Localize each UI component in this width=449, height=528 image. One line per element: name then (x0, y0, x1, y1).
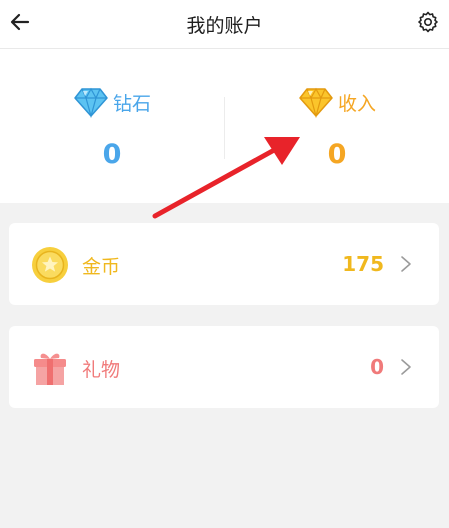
diamond-label: 钻石 (112, 92, 151, 115)
diamond-value: 0 (102, 139, 122, 170)
gift-label: 礼物 (82, 359, 121, 381)
top-bar: 我的账户 (0, 0, 449, 49)
coin-label: 金币 (82, 256, 121, 278)
chevron-right-icon (401, 359, 411, 375)
gift-icon (34, 353, 66, 385)
balance-panel: 钻石 0 收入 0 (0, 49, 449, 203)
income-stat[interactable]: 收入 0 (225, 49, 449, 203)
coin-value: 175 (342, 252, 384, 276)
gift-value: 0 (370, 355, 384, 379)
gold-diamond-icon (299, 87, 333, 119)
income-label: 收入 (337, 92, 376, 115)
chevron-right-icon (401, 256, 411, 272)
gear-icon (418, 11, 438, 33)
coin-card[interactable]: 金币 175 (9, 223, 439, 305)
gift-card[interactable]: 礼物 0 (9, 326, 439, 408)
page-title: 我的账户 (186, 15, 263, 37)
diamond-stat[interactable]: 钻石 0 (0, 49, 224, 203)
coin-icon (32, 247, 68, 283)
blue-diamond-icon (74, 87, 108, 119)
income-value: 0 (327, 139, 347, 170)
settings-button[interactable] (416, 10, 440, 34)
